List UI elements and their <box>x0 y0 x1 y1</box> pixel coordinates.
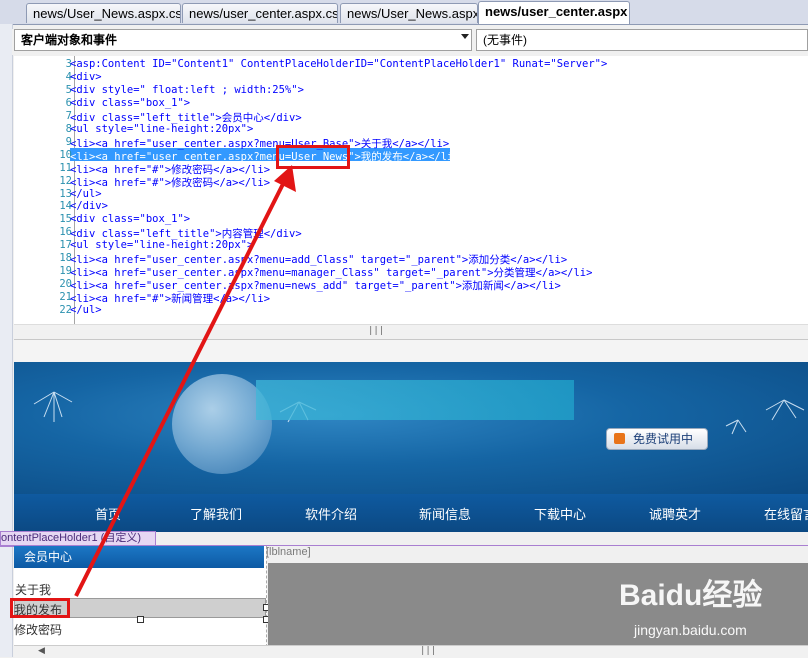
annotation-arrow-icon <box>74 165 296 597</box>
